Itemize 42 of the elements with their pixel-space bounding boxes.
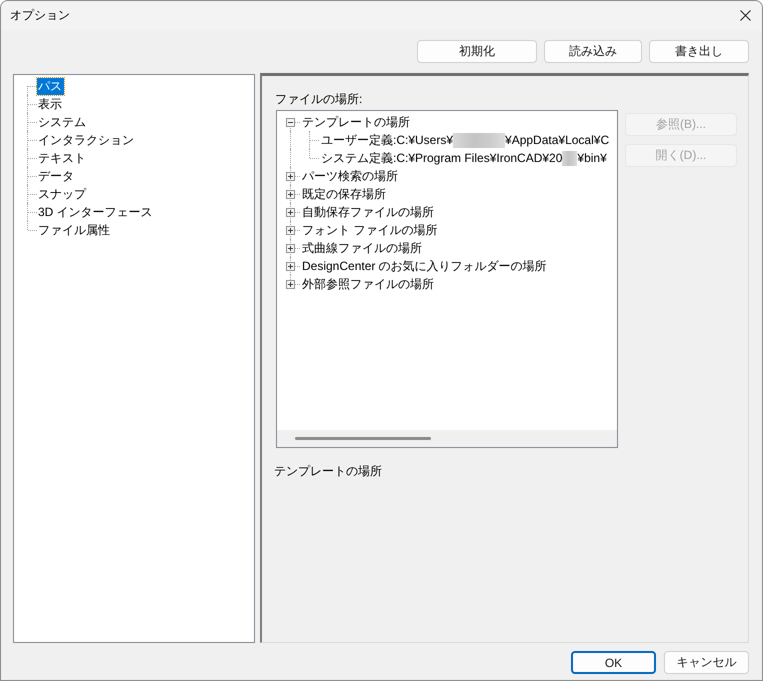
plus-box-icon[interactable] xyxy=(286,244,295,252)
plus-box-icon[interactable] xyxy=(286,190,295,198)
ok-button[interactable]: OK xyxy=(571,651,656,674)
plus-box-icon[interactable] xyxy=(286,172,295,180)
plus-box-icon[interactable] xyxy=(286,280,295,288)
window-title: オプション xyxy=(10,7,71,24)
path-text[interactable]: ¥AppData¥Local¥C xyxy=(505,133,610,147)
toolbar-button[interactable]: 書き出し xyxy=(649,40,749,63)
tree-item[interactable]: 自動保存ファイルの場所 xyxy=(300,205,434,219)
category-item[interactable]: スナップ xyxy=(37,186,88,202)
tree-item[interactable]: 式曲線ファイルの場所 xyxy=(300,241,422,255)
category-item[interactable]: インタラクション xyxy=(37,132,136,148)
category-item[interactable]: システム xyxy=(37,114,88,130)
plus-box-icon[interactable] xyxy=(286,262,295,270)
path-text[interactable]: ¥bin¥ xyxy=(577,151,607,165)
cancel-button[interactable]: キャンセル xyxy=(664,651,749,674)
category-item[interactable]: データ xyxy=(37,168,76,184)
tree-item[interactable]: 外部参照ファイルの場所 xyxy=(300,277,434,291)
plus-box-icon[interactable] xyxy=(286,226,295,234)
redacted-block xyxy=(562,150,578,166)
category-item[interactable]: パス xyxy=(37,78,64,94)
redacted-block xyxy=(453,132,506,148)
toolbar-button[interactable]: 初期化 xyxy=(417,40,537,63)
tree-item[interactable]: テンプレートの場所 xyxy=(300,115,410,129)
path-text[interactable]: ユーザー定義:C:¥Users¥ xyxy=(319,133,454,147)
toolbar-button[interactable]: 読み込み xyxy=(544,40,642,63)
category-item[interactable]: 表示 xyxy=(37,96,64,112)
category-item[interactable]: ファイル属性 xyxy=(37,222,112,238)
scrollbar-thumb[interactable] xyxy=(295,437,431,440)
category-item[interactable]: 3D インターフェース xyxy=(37,204,155,220)
horizontal-scrollbar[interactable] xyxy=(277,430,617,447)
tree-item[interactable]: 既定の保存場所 xyxy=(300,187,386,201)
minus-box-icon[interactable] xyxy=(286,118,295,126)
tree-item[interactable]: パーツ検索の場所 xyxy=(300,169,398,183)
tree-item[interactable]: フォント ファイルの場所 xyxy=(300,223,438,237)
path-text[interactable]: システム定義:C:¥Program Files¥IronCAD¥20 xyxy=(319,151,562,165)
plus-box-icon[interactable] xyxy=(286,208,295,216)
section-label: ファイルの場所: xyxy=(275,92,364,106)
category-item[interactable]: テキスト xyxy=(37,150,88,166)
close-icon xyxy=(740,10,750,21)
tree-item[interactable]: DesignCenter のお気に入りフォルダーの場所 xyxy=(300,259,547,273)
description-text: テンプレートの場所 xyxy=(274,464,383,478)
